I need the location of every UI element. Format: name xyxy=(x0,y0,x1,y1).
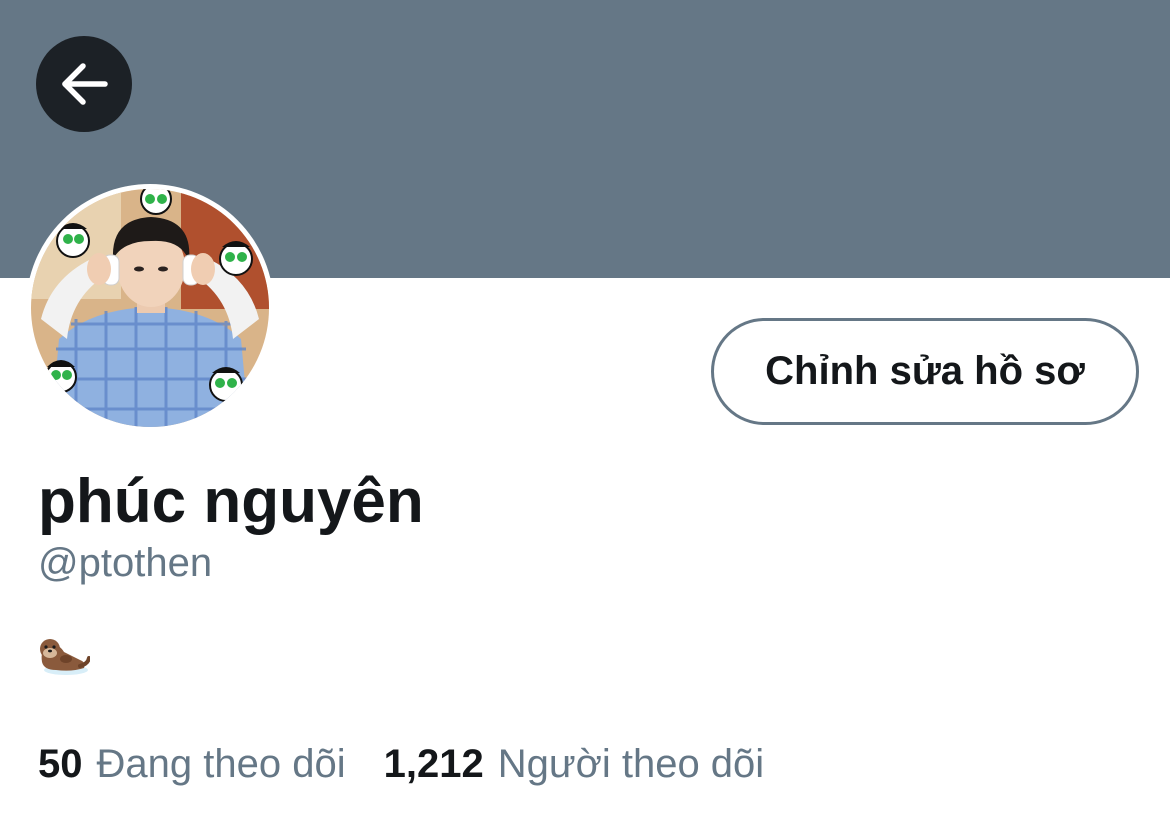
following-count: 50 xyxy=(38,741,83,786)
back-button[interactable] xyxy=(36,36,132,132)
following-label: Đang theo dõi xyxy=(96,741,346,786)
profile-photo xyxy=(31,189,269,427)
arrow-left-icon xyxy=(62,63,108,105)
bio xyxy=(36,632,90,678)
followers-stat[interactable]: 1,212 Người theo dõi xyxy=(384,742,765,787)
following-stat[interactable]: 50 Đang theo dõi xyxy=(38,742,346,787)
username-handle: @ptothen xyxy=(38,541,213,585)
followers-count: 1,212 xyxy=(383,741,484,786)
avatar[interactable] xyxy=(26,184,274,432)
followers-label: Người theo dõi xyxy=(497,741,765,786)
follow-stats: 50 Đang theo dõi 1,212 Người theo dõi xyxy=(38,738,764,790)
display-name: phúc nguyên xyxy=(38,467,424,536)
otter-emoji xyxy=(40,639,90,675)
edit-profile-button[interactable]: Chỉnh sửa hồ sơ xyxy=(711,318,1139,425)
